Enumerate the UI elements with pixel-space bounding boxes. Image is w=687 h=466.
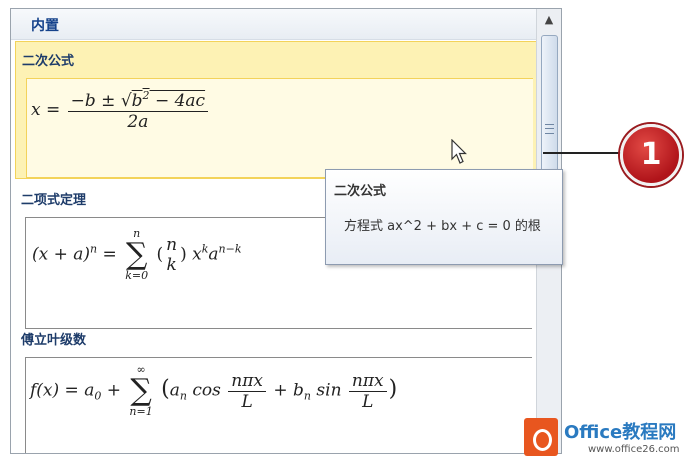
mouse-pointer-icon — [451, 138, 469, 169]
item-title-fourier: 傅立叶级数 — [21, 333, 87, 348]
item-title-binomial: 二项式定理 — [21, 193, 87, 208]
formula-quadratic: x = −b ± √b2 − 4ac 2a — [31, 89, 210, 132]
formula-fourier: f(x) = a0 + ∞ ∑ n=1 (an cos nπx L + bn sin … — [30, 363, 398, 418]
scrollbar-grip-icon — [545, 124, 554, 134]
formula-binomial: (x + a)n = n ∑ k=0 (n k) xkan−k — [32, 227, 242, 282]
item-title-quadratic: 二次公式 — [22, 54, 75, 69]
tooltip: 二次公式 方程式 ax^2 + bx + c = 0 的根 — [325, 169, 563, 265]
gallery-header: 内置 — [11, 9, 537, 40]
scroll-up-icon[interactable]: ▲ — [537, 9, 561, 31]
gallery-header-label: 内置 — [31, 18, 59, 34]
callout-line — [543, 152, 623, 154]
watermark: Office教程网 www.office26.com — [524, 414, 687, 462]
tooltip-body: 方程式 ax^2 + bx + c = 0 的根 — [344, 219, 541, 234]
watermark-url: www.office26.com — [588, 444, 680, 455]
callout-badge: 1 — [620, 124, 682, 186]
watermark-brand: Office教程网 — [564, 422, 677, 443]
office-logo-icon — [524, 418, 558, 456]
gallery-item-fourier[interactable]: 傅立叶级数 f(x) = a0 + ∞ ∑ n=1 (an cos nπx L + b… — [15, 329, 537, 453]
formula-preview-fourier: f(x) = a0 + ∞ ∑ n=1 (an cos nπx L + bn sin … — [25, 357, 532, 453]
tooltip-title: 二次公式 — [334, 184, 387, 199]
